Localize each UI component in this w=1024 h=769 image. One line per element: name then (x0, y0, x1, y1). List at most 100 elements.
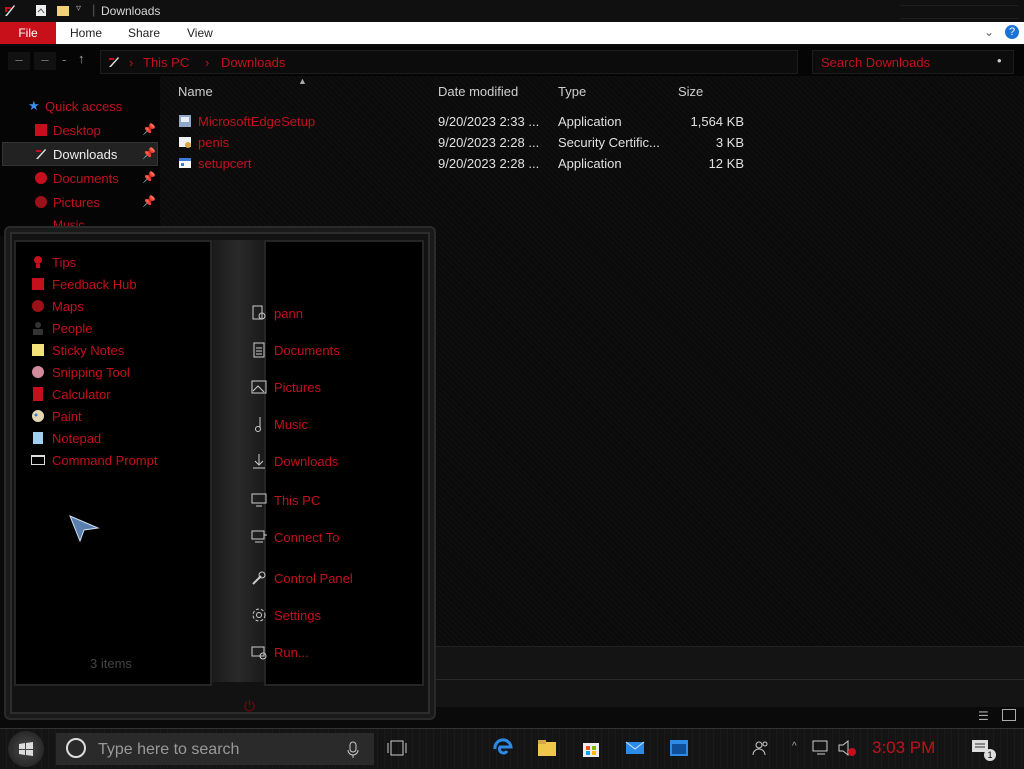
user-icon (252, 305, 266, 320)
file-row[interactable]: setupcert 9/20/2023 2:28 ... Application… (160, 154, 760, 174)
windows-logo-icon (19, 742, 33, 756)
explorer-app-icon (5, 5, 15, 16)
sidebar-item-documents[interactable]: Documents (53, 171, 119, 186)
clock[interactable]: 3:03 PM (872, 738, 935, 758)
tab-view[interactable]: View (187, 26, 213, 40)
place-user[interactable]: pann (274, 306, 303, 321)
documents-icon (253, 342, 265, 358)
edge-icon[interactable] (492, 737, 514, 759)
run-icon (251, 646, 267, 660)
app-command-prompt[interactable]: Command Prompt (52, 453, 157, 468)
column-header-date[interactable]: Date modified (438, 84, 518, 99)
this-pc-icon (251, 493, 267, 507)
mouse-cursor-icon (69, 515, 100, 542)
properties-icon[interactable] (34, 3, 48, 18)
start-app-list: Tips Feedback Hub Maps People Sticky Not… (14, 240, 212, 686)
large-icons-view-icon[interactable] (1002, 709, 1016, 721)
volume-muted-icon[interactable] (836, 737, 858, 759)
network-icon[interactable] (810, 737, 832, 759)
file-explorer-icon[interactable] (536, 737, 558, 759)
breadcrumb-this-pc[interactable]: This PC (143, 55, 189, 70)
gear-icon (252, 608, 266, 622)
app-calculator[interactable]: Calculator (52, 387, 111, 402)
place-music[interactable]: Music (274, 417, 308, 432)
downloads-folder-icon (36, 149, 46, 159)
desktop-icon (35, 124, 47, 136)
feedback-hub-icon (32, 278, 44, 290)
place-run[interactable]: Run... (274, 645, 309, 660)
tab-share[interactable]: Share (128, 26, 160, 40)
window-controls[interactable] (900, 5, 1018, 19)
app-people[interactable]: People (52, 321, 92, 336)
place-connect-to[interactable]: Connect To (274, 530, 340, 545)
microphone-icon[interactable] (346, 741, 360, 759)
nav-quick-access[interactable]: Quick access (45, 99, 122, 114)
mail-icon[interactable] (624, 737, 646, 759)
app-paint[interactable]: Paint (52, 409, 82, 424)
people-icon[interactable] (750, 737, 772, 759)
breadcrumb-downloads[interactable]: Downloads (221, 55, 285, 70)
app-notepad[interactable]: Notepad (52, 431, 101, 446)
address-row: – – - ↑ › This PC › Downloads Search Dow… (0, 46, 1024, 76)
breadcrumb-sep-2: › (205, 55, 210, 70)
star-icon: ★ (28, 98, 40, 113)
place-control-panel[interactable]: Control Panel (274, 571, 353, 586)
tab-file[interactable]: File (0, 22, 56, 44)
column-header-size[interactable]: Size (678, 84, 703, 99)
app-sticky-notes[interactable]: Sticky Notes (52, 343, 124, 358)
app-maps[interactable]: Maps (52, 299, 84, 314)
tab-home[interactable]: Home (70, 26, 102, 40)
store-icon[interactable] (580, 737, 602, 759)
power-icon[interactable]: ⏻ (244, 698, 255, 715)
this-pc-icon (109, 57, 119, 67)
sidebar-item-pictures[interactable]: Pictures (53, 195, 100, 210)
wrench-icon (252, 571, 266, 585)
app-feedback-hub[interactable]: Feedback Hub (52, 277, 137, 292)
recent-locations-icon[interactable]: - (62, 52, 66, 67)
up-arrow-icon[interactable]: ↑ (78, 51, 85, 66)
sidebar-item-downloads[interactable]: Downloads (53, 147, 117, 162)
file-row[interactable]: penis 9/20/2023 2:28 ... Security Certif… (160, 133, 760, 153)
app-tips[interactable]: Tips (52, 255, 76, 270)
file-size: 1,564 KB (690, 114, 745, 129)
pin-icon: 📌 (142, 196, 156, 208)
app-snipping-tool[interactable]: Snipping Tool (52, 365, 130, 380)
notification-count-badge: 1 (984, 749, 996, 761)
back-button[interactable]: – (8, 52, 30, 70)
details-view-icon[interactable]: ☰ (978, 709, 989, 723)
maps-icon (32, 300, 44, 312)
title-divider: | (92, 2, 96, 17)
search-downloads-input[interactable]: Search Downloads • (812, 50, 1014, 74)
column-header-type[interactable]: Type (558, 84, 586, 99)
new-folder-icon[interactable] (56, 3, 70, 18)
place-pictures[interactable]: Pictures (274, 380, 321, 395)
column-header-name[interactable]: Name (178, 84, 213, 99)
address-bar[interactable]: › This PC › Downloads (100, 50, 798, 74)
file-size: 12 KB (708, 156, 744, 171)
file-name: setupcert (198, 156, 252, 171)
place-documents[interactable]: Documents (274, 343, 340, 358)
file-date: 9/20/2023 2:28 ... (438, 156, 540, 171)
app-window-icon[interactable] (668, 737, 690, 759)
forward-button[interactable]: – (34, 52, 56, 70)
search-icon[interactable]: • (997, 53, 1002, 68)
taskbar-search-placeholder: Type here to search (98, 741, 240, 758)
taskbar-search-input[interactable]: Type here to search (56, 733, 374, 765)
task-view-icon[interactable] (386, 737, 408, 759)
place-downloads[interactable]: Downloads (274, 454, 338, 469)
file-name: MicrosoftEdgeSetup (198, 114, 316, 129)
place-settings[interactable]: Settings (274, 608, 321, 623)
expand-ribbon-icon[interactable]: ⌄ (984, 25, 994, 39)
start-button[interactable] (8, 731, 44, 767)
file-row[interactable]: MicrosoftEdgeSetup 9/20/2023 2:33 ... Ap… (160, 112, 760, 132)
help-icon[interactable]: ? (1005, 25, 1019, 39)
show-hidden-icons-icon[interactable]: ^ (792, 741, 797, 752)
pin-icon: 📌 (142, 148, 156, 160)
customize-toolbar-icon[interactable]: ▿ (76, 3, 81, 14)
place-this-pc[interactable]: This PC (274, 493, 320, 508)
ribbon-tabs: File Home Share View ⌄ ? (0, 22, 1024, 44)
file-date: 9/20/2023 2:28 ... (438, 135, 540, 150)
search-placeholder: Search Downloads (821, 55, 931, 70)
file-date: 9/20/2023 2:33 ... (438, 114, 540, 129)
sidebar-item-desktop[interactable]: Desktop (53, 123, 101, 138)
